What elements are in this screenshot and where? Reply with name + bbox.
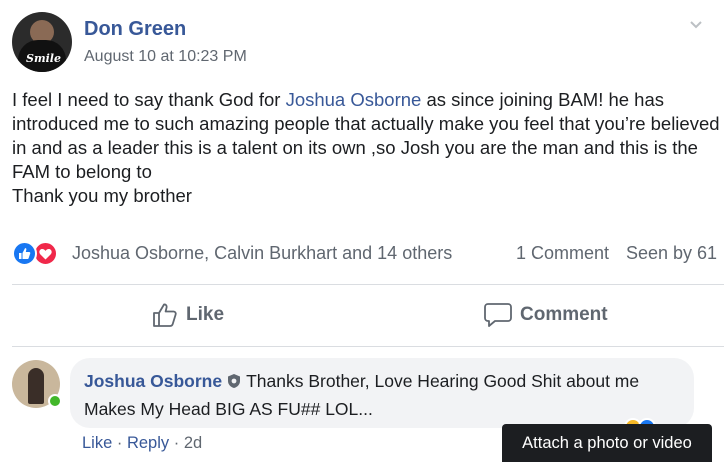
divider-bottom [12, 346, 724, 347]
reactors-text[interactable]: Joshua Osborne, Calvin Burkhart and 14 o… [72, 243, 452, 264]
like-button[interactable]: Like [152, 291, 224, 339]
attach-photo-tooltip: Attach a photo or video [502, 424, 712, 462]
avatar-shirt-text: Smile [26, 52, 61, 65]
seen-by-link[interactable]: Seen by 61 [626, 243, 717, 264]
comment-button-label: Comment [520, 304, 608, 325]
comment-reply-link[interactable]: Reply [127, 434, 169, 452]
post-body: I feel I need to say thank God for Joshu… [12, 88, 724, 208]
thumbs-up-icon [153, 303, 177, 327]
comment-bubble-icon [484, 303, 512, 327]
mention-link[interactable]: Joshua Osborne [286, 89, 422, 110]
online-status-icon [48, 394, 62, 408]
action-bar: Like Comment [12, 291, 724, 339]
avatar-figure [28, 368, 44, 404]
like-button-label: Like [186, 304, 225, 325]
separator-dot: · [173, 434, 180, 452]
comment-actions: Like · Reply · 2d [82, 434, 202, 453]
author-avatar[interactable]: Smile [12, 12, 72, 72]
like-icon [12, 241, 37, 266]
post-timestamp[interactable]: August 10 at 10:23 PM [84, 48, 247, 66]
post-author-name[interactable]: Don Green [84, 18, 186, 41]
comment-count-link[interactable]: 1 Comment [516, 243, 609, 264]
reaction-icons[interactable] [12, 240, 68, 268]
comment-bubble: Joshua Osborne Thanks Brother, Love Heari… [70, 358, 694, 428]
group-admin-badge-icon[interactable] [226, 370, 242, 396]
comment-button[interactable]: Comment [484, 291, 608, 339]
comment-like-link[interactable]: Like [82, 434, 112, 452]
divider-top [12, 284, 724, 285]
post-text-part1: I feel I need to say thank God for [12, 89, 286, 110]
reactions-row: Joshua Osborne, Calvin Burkhart and 14 o… [12, 240, 724, 268]
chevron-down-icon[interactable] [688, 16, 704, 32]
comment-time[interactable]: 2d [184, 434, 202, 452]
separator-dot: · [116, 434, 123, 452]
post-header: Smile Don Green August 10 at 10:23 PM [12, 12, 712, 74]
post-text-last-line: Thank you my brother [12, 185, 192, 206]
comment-author-name[interactable]: Joshua Osborne [84, 371, 222, 391]
